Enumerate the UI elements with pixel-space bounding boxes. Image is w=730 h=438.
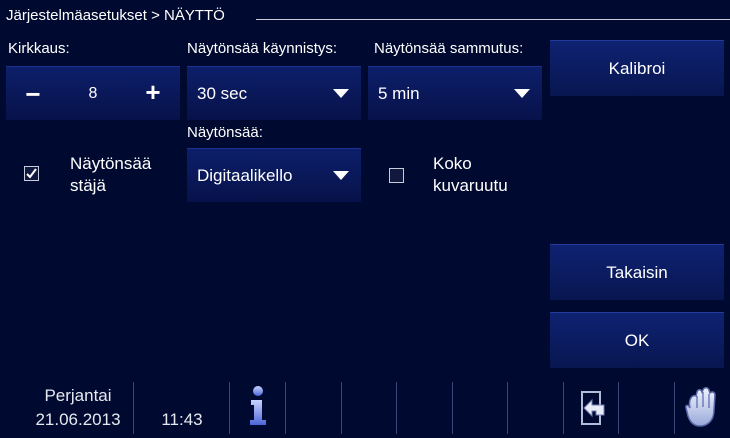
screensaver-checkbox-label: Näytönsäästäjä (70, 154, 152, 195)
footer-divider (341, 382, 342, 434)
chevron-down-icon (514, 89, 530, 98)
chevron-down-icon (333, 89, 349, 98)
screensaver-start-label: Näytönsää käynnistys: (187, 40, 338, 57)
title-divider (256, 19, 730, 20)
footer-divider (618, 382, 619, 434)
back-button[interactable]: Takaisin (550, 244, 724, 300)
brightness-decrease-button[interactable]: − (12, 69, 54, 119)
footer-divider (563, 382, 564, 434)
footer-divider (507, 382, 508, 434)
screensaver-label: Näytönsää: (187, 124, 263, 141)
footer-divider (452, 382, 453, 434)
footer-divider (396, 382, 397, 434)
info-icon[interactable] (243, 384, 273, 428)
fullscreen-checkbox[interactable] (389, 168, 404, 183)
breadcrumb: Järjestelmäasetukset > NÄYTTÖ (6, 7, 225, 24)
brightness-value: 8 (88, 85, 98, 102)
fullscreen-checkbox-label: Koko kuvaruutu (433, 154, 508, 195)
brightness-label: Kirkkaus: (8, 40, 70, 57)
ok-button[interactable]: OK (550, 312, 724, 368)
footer-day: Perjantai (44, 386, 112, 405)
screensaver-start-dropdown[interactable]: 30 sec (187, 66, 361, 120)
screensaver-checkbox[interactable] (24, 166, 39, 181)
footer-divider (674, 382, 675, 434)
footer-time: 11:43 (161, 410, 203, 429)
footer-date: 21.06.2013 (35, 410, 121, 429)
chevron-down-icon (333, 171, 349, 180)
calibrate-button[interactable]: Kalibroi (550, 40, 724, 96)
checkbox-unchecked-icon (389, 168, 404, 183)
screensaver-stop-value: 5 min (378, 83, 420, 103)
brightness-increase-button[interactable]: + (132, 67, 174, 117)
screensaver-value: Digitaalikello (197, 165, 293, 185)
checkbox-checked-icon (24, 166, 39, 181)
back-icon[interactable] (570, 388, 610, 428)
screensaver-dropdown[interactable]: Digitaalikello (187, 148, 361, 202)
screensaver-stop-label: Näytönsää sammutus: (374, 40, 524, 57)
screensaver-stop-dropdown[interactable]: 5 min (368, 66, 542, 120)
footer-divider (133, 382, 134, 434)
footer-divider (285, 382, 286, 434)
hand-icon[interactable] (682, 386, 722, 430)
footer-divider (229, 382, 230, 434)
screensaver-start-value: 30 sec (197, 83, 248, 103)
brightness-stepper: − 8 + (6, 66, 180, 120)
